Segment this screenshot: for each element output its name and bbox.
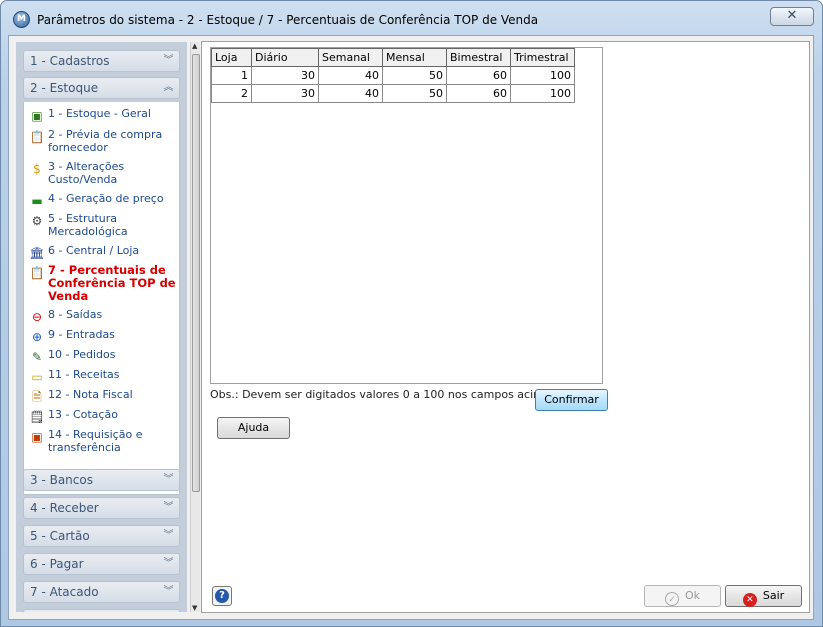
- window-title: Parâmetros do sistema - 2 - Estoque / 7 …: [37, 13, 539, 27]
- percentages-grid: Loja Diário Semanal Mensal Bimestral Trimestr…: [210, 47, 603, 384]
- nav-item-label: 10 - Pedidos: [48, 348, 116, 361]
- window-close-button[interactable]: ✕: [770, 7, 814, 26]
- nav-item-label: 7 - Percentuais de Conferência TOP de Ve…: [48, 263, 176, 303]
- nav-item-label: 3 - Alterações Custo/Venda: [48, 160, 125, 186]
- nav-item-label: 5 - Estrutura Mercadológica: [48, 212, 128, 238]
- ok-button[interactable]: ✓ Ok: [644, 585, 721, 607]
- column-header[interactable]: Bimestral: [446, 48, 511, 67]
- exit-label: Sair: [762, 589, 785, 602]
- grid-table: Loja Diário Semanal Mensal Bimestral Trimestr…: [211, 48, 575, 103]
- loja-cell: 2: [211, 84, 252, 103]
- nav-item-label: 6 - Central / Loja: [48, 244, 140, 257]
- close-circle-icon: ✕: [742, 593, 757, 607]
- transfer-icon: ▣: [31, 430, 43, 444]
- nav-section-label: 7 - Atacado: [30, 585, 99, 599]
- plus-circle-icon: ⊕: [31, 330, 43, 344]
- nav-item-label: 14 - Requisição e transferência: [48, 428, 143, 454]
- estoque-section-body: ▣ 1 - Estoque - Geral 📋 2 - Prévia de compr…: [23, 102, 180, 495]
- client-area: ▣ 1 - Estoque - Geral 📋 2 - Prévia de compr…: [8, 35, 814, 620]
- scrollbar-thumb[interactable]: [192, 54, 200, 492]
- chevron-double-down-icon: ︾: [163, 55, 174, 66]
- chevron-double-down-icon: ︾: [163, 586, 174, 597]
- column-header[interactable]: Loja: [211, 48, 252, 67]
- percentage-cell[interactable]: 100: [510, 84, 575, 103]
- percentage-cell[interactable]: 50: [382, 84, 447, 103]
- main-window: M Parâmetros do sistema - 2 - Estoque / …: [0, 0, 823, 627]
- nav-item-label: 9 - Entradas: [48, 328, 115, 341]
- nav-section-2[interactable]: 2 - Estoque ︽: [23, 77, 180, 99]
- percentage-cell[interactable]: 60: [446, 66, 511, 85]
- table-row: 1 30 40 50 60 100: [211, 66, 575, 85]
- order-pen-icon: ✎: [31, 350, 43, 364]
- nav-item-label: 13 - Cotação: [48, 408, 118, 421]
- column-header[interactable]: Mensal: [382, 48, 447, 67]
- chevron-double-down-icon: ︾: [161, 610, 173, 612]
- percentage-cell[interactable]: 100: [510, 66, 575, 85]
- percentage-cell[interactable]: 40: [318, 84, 383, 103]
- clipboard-check-icon: 📋: [29, 266, 45, 280]
- bank-icon: 🏛: [29, 246, 45, 260]
- percentage-cell[interactable]: 50: [382, 66, 447, 85]
- app-logo-icon: M: [13, 11, 30, 28]
- nav-item-label: 11 - Receitas: [48, 368, 120, 381]
- percentage-cell[interactable]: 40: [318, 66, 383, 85]
- scroll-up-arrow-icon[interactable]: ▲: [192, 42, 197, 50]
- chevron-double-down-icon: ︾: [163, 502, 174, 513]
- column-header[interactable]: Semanal: [318, 48, 383, 67]
- help-icon-button[interactable]: ?: [212, 586, 232, 606]
- nav-item-label: 8 - Saídas: [48, 308, 103, 321]
- nav-section-7[interactable]: 7 - Atacado ︾: [23, 581, 180, 603]
- clipboard-icon: 📋: [29, 130, 45, 144]
- gears-icon: ⚙: [31, 214, 43, 228]
- nav-section-1[interactable]: 1 - Cadastros ︾: [23, 50, 180, 72]
- percentage-cell[interactable]: 30: [251, 84, 319, 103]
- column-header[interactable]: Trimestral: [510, 48, 575, 67]
- obs-note: Obs.: Devem ser digitados valores 0 a 10…: [210, 388, 551, 401]
- nav-section-label: 6 - Pagar: [30, 557, 84, 571]
- question-icon: ?: [215, 589, 229, 603]
- chevron-double-down-icon: ︾: [163, 558, 174, 569]
- invoice-icon: 🗎: [32, 390, 42, 404]
- note-icon: ▭: [31, 370, 43, 384]
- scroll-down-arrow-icon[interactable]: ▼: [192, 604, 197, 612]
- quote-icon: 🗒: [29, 410, 45, 424]
- minus-circle-icon: ⊖: [31, 310, 43, 324]
- title-bar: M Parâmetros do sistema - 2 - Estoque / …: [1, 1, 822, 35]
- estoque-geral-icon: ▣: [31, 109, 43, 123]
- nav-section-3[interactable]: 3 - Bancos ︾: [23, 469, 180, 491]
- nav-section-4[interactable]: 4 - Receber ︾: [23, 497, 180, 519]
- table-row: 2 30 40 50 60 100: [211, 84, 575, 103]
- column-header[interactable]: Diário: [251, 48, 319, 67]
- chevron-double-down-icon: ︾: [163, 530, 174, 541]
- nav-section-5[interactable]: 5 - Cartão ︾: [23, 525, 180, 547]
- nav-section-6[interactable]: 6 - Pagar ︾: [23, 553, 180, 575]
- chevron-double-up-icon: ︽: [163, 82, 174, 93]
- help-button[interactable]: Ajuda: [217, 417, 290, 439]
- nav-section-label: 2 - Estoque: [30, 81, 99, 95]
- nav-section-label: 4 - Receber: [30, 501, 99, 515]
- percentage-cell[interactable]: 30: [251, 66, 319, 85]
- nav-item-label: 12 - Nota Fiscal: [48, 388, 133, 401]
- check-icon: ✓: [664, 592, 679, 606]
- nav-section-8[interactable]: 8 - Compras︾: [23, 609, 180, 612]
- money-icon: ▬: [31, 194, 43, 208]
- nav-scrollbar[interactable]: ▲ ▼: [190, 42, 200, 612]
- nav-section-label: 1 - Cadastros: [30, 54, 110, 68]
- nav-item-label: 2 - Prévia de compra fornecedor: [48, 128, 163, 154]
- nav-item-label: 4 - Geração de preço: [48, 192, 164, 205]
- dollar-icon: $: [33, 162, 41, 176]
- navigation-panel: ▣ 1 - Estoque - Geral 📋 2 - Prévia de compr…: [16, 42, 187, 612]
- exit-button[interactable]: ✕ Sair: [725, 585, 802, 607]
- main-panel: Loja Diário Semanal Mensal Bimestral Trimestr…: [201, 41, 810, 613]
- ok-label: Ok: [684, 589, 701, 602]
- nav-item-label: 1 - Estoque - Geral: [48, 107, 151, 120]
- nav-section-label: 3 - Bancos: [30, 473, 93, 487]
- nav-section-label: 5 - Cartão: [30, 529, 90, 543]
- percentage-cell[interactable]: 60: [446, 84, 511, 103]
- chevron-double-down-icon: ︾: [163, 474, 174, 485]
- loja-cell: 1: [211, 66, 252, 85]
- confirm-button[interactable]: Confirmar: [535, 389, 608, 411]
